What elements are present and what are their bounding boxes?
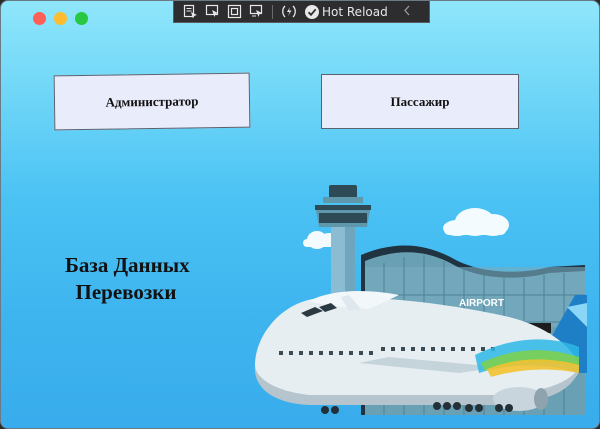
- select-element-icon[interactable]: [182, 3, 199, 20]
- airport-illustration: AIRPORT: [249, 177, 589, 417]
- hot-reload-status[interactable]: Hot Reload: [305, 4, 388, 19]
- debug-toolbar: Hot Reload: [173, 1, 430, 23]
- passenger-button[interactable]: Пассажир: [321, 74, 519, 129]
- administrator-button[interactable]: Администратор: [53, 72, 251, 131]
- app-window: Hot Reload Администратор Пассажир База Д…: [0, 0, 600, 429]
- toolbar-divider: [272, 4, 273, 19]
- cloud-icon: [443, 208, 509, 236]
- pointer-icon[interactable]: [204, 3, 221, 20]
- close-window-button[interactable]: [33, 12, 46, 25]
- window-controls: [33, 12, 88, 25]
- layout-adorner-icon[interactable]: [226, 3, 243, 20]
- hot-reload-settings-icon[interactable]: [280, 3, 297, 20]
- minimize-window-button[interactable]: [54, 12, 67, 25]
- collapse-chevron-icon[interactable]: [403, 5, 411, 19]
- airport-sign: AIRPORT: [459, 298, 504, 309]
- maximize-window-button[interactable]: [75, 12, 88, 25]
- track-focus-icon[interactable]: [248, 3, 265, 20]
- check-icon: [305, 4, 319, 19]
- page-title: База Данных Перевозки: [65, 253, 190, 304]
- hot-reload-label: Hot Reload: [322, 4, 388, 19]
